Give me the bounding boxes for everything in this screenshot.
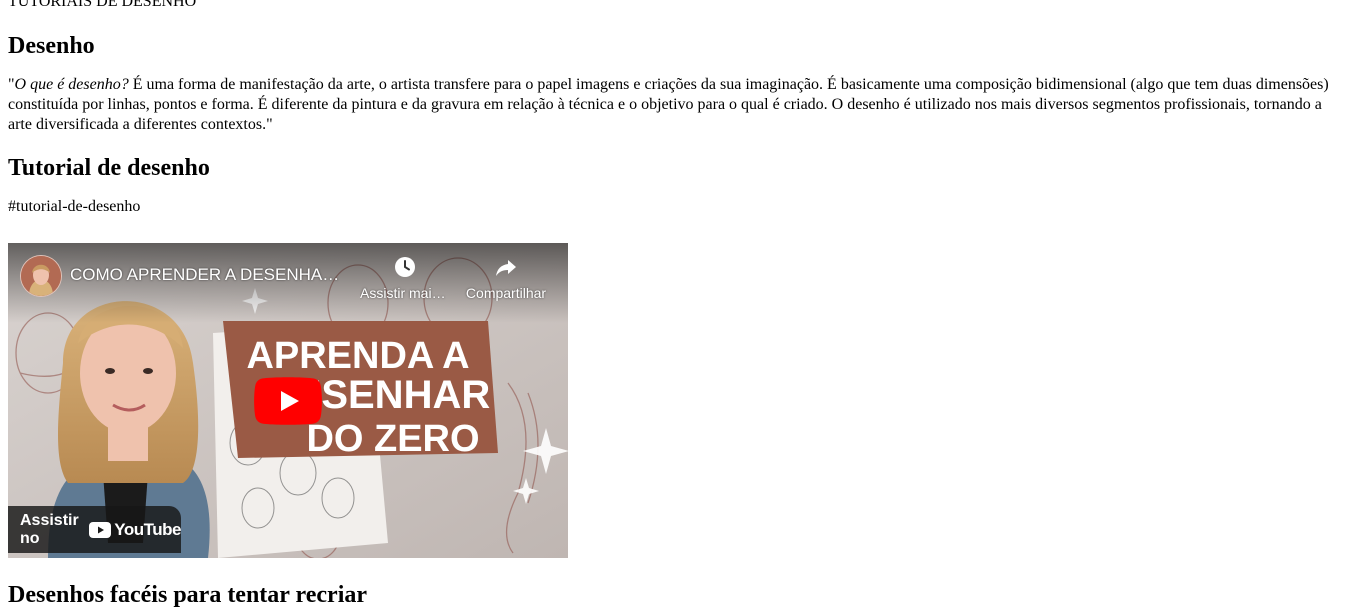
youtube-logo-icon: YouTube — [89, 520, 181, 540]
intro-body: É uma forma de manifestação da arte, o a… — [8, 76, 1329, 133]
share-icon — [496, 260, 516, 276]
quote-close: " — [266, 116, 273, 133]
intro-question: O que é desenho? — [14, 76, 129, 93]
youtube-embed[interactable]: APRENDA A DESENHAR DO ZERO COMO APRENDER… — [8, 243, 568, 558]
youtube-wordmark: YouTube — [114, 519, 181, 539]
heading-desenho: Desenho — [8, 33, 95, 59]
avatar-image — [21, 256, 61, 296]
watch-on-label: Assistir no — [20, 511, 79, 547]
share-label: Compartilhar — [465, 285, 547, 301]
page-content: TUTORIAIS DE DESENHO Desenho " O que é de… — [8, 0, 1353, 608]
watch-later-label: Assistir mais tarde — [360, 285, 450, 301]
clock-icon — [395, 257, 415, 277]
heading-desenhos-faceis: Desenhos facéis para tentar recriar — [8, 582, 368, 608]
site-title: TUTORIAIS DE DESENHO — [8, 0, 197, 10]
heading-tutorial: Tutorial de desenho — [8, 155, 210, 181]
watch-on-youtube-button[interactable]: Assistir no YouTube — [8, 506, 181, 553]
video-title-link[interactable]: COMO APRENDER A DESENHAR DO ZERO — [70, 265, 350, 285]
play-icon[interactable] — [254, 377, 322, 425]
thumb-text-line1: APRENDA A — [246, 335, 469, 377]
share-button[interactable]: Compartilhar — [461, 255, 551, 301]
intro-paragraph: " O que é desenho? É uma forma de manifes… — [8, 75, 1348, 135]
thumb-text-line3: DO ZERO — [306, 418, 479, 460]
youtube-play-glyph — [89, 521, 112, 538]
tutorial-anchor-text: #tutorial-de-desenho — [8, 198, 141, 215]
watch-later-button[interactable]: Assistir mais tarde — [360, 255, 450, 301]
channel-avatar[interactable] — [20, 255, 62, 297]
